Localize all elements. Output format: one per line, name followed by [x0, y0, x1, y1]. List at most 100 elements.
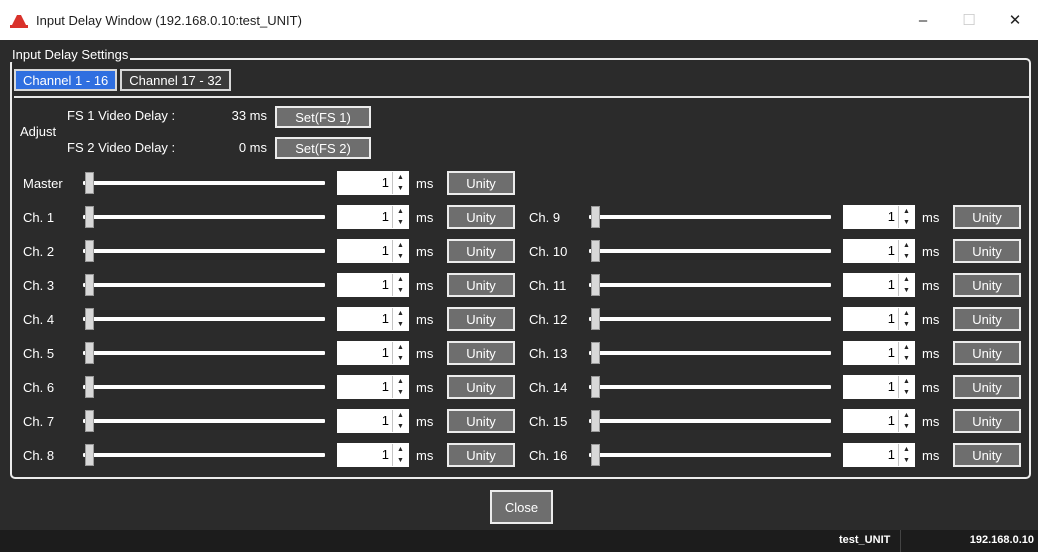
spin-up-icon[interactable]: ▲: [393, 308, 408, 319]
ch3-unity-button[interactable]: Unity: [447, 273, 515, 297]
spin-down-icon[interactable]: ▼: [899, 387, 914, 398]
slider-thumb[interactable]: [591, 240, 600, 262]
spin-down-icon[interactable]: ▼: [899, 319, 914, 330]
ch1-unity-button[interactable]: Unity: [447, 205, 515, 229]
spin-up-icon[interactable]: ▲: [899, 410, 914, 421]
spin-up-icon[interactable]: ▲: [393, 376, 408, 387]
slider-thumb[interactable]: [85, 308, 94, 330]
spin-down-icon[interactable]: ▼: [393, 183, 408, 194]
spin-down-icon[interactable]: ▼: [899, 353, 914, 364]
slider-thumb[interactable]: [591, 308, 600, 330]
spin-up-icon[interactable]: ▲: [899, 240, 914, 251]
slider-thumb[interactable]: [591, 206, 600, 228]
master-delay-input[interactable]: 1 ▲ ▼: [337, 171, 409, 195]
ch3-slider[interactable]: [83, 274, 325, 296]
ch6-slider[interactable]: [83, 376, 325, 398]
spin-down-icon[interactable]: ▼: [899, 217, 914, 228]
ch12-delay-input[interactable]: 1 ▲ ▼: [843, 307, 915, 331]
spin-down-icon[interactable]: ▼: [393, 251, 408, 262]
ch6-delay-input[interactable]: 1 ▲ ▼: [337, 375, 409, 399]
spin-up-icon[interactable]: ▲: [899, 342, 914, 353]
ch13-delay-input[interactable]: 1 ▲ ▼: [843, 341, 915, 365]
ch16-delay-input[interactable]: 1 ▲ ▼: [843, 443, 915, 467]
ch16-unity-button[interactable]: Unity: [953, 443, 1021, 467]
ch5-unity-button[interactable]: Unity: [447, 341, 515, 365]
ch2-slider[interactable]: [83, 240, 325, 262]
slider-thumb[interactable]: [85, 274, 94, 296]
maximize-button[interactable]: ☐: [946, 0, 992, 40]
slider-thumb[interactable]: [85, 342, 94, 364]
slider-thumb[interactable]: [591, 274, 600, 296]
spin-down-icon[interactable]: ▼: [899, 421, 914, 432]
ch7-unity-button[interactable]: Unity: [447, 409, 515, 433]
ch16-slider[interactable]: [589, 444, 831, 466]
spin-up-icon[interactable]: ▲: [899, 308, 914, 319]
ch7-slider[interactable]: [83, 410, 325, 432]
spin-up-icon[interactable]: ▲: [393, 274, 408, 285]
spin-down-icon[interactable]: ▼: [393, 217, 408, 228]
ch7-delay-input[interactable]: 1 ▲ ▼: [337, 409, 409, 433]
spin-up-icon[interactable]: ▲: [393, 342, 408, 353]
ch3-delay-input[interactable]: 1 ▲ ▼: [337, 273, 409, 297]
ch6-unity-button[interactable]: Unity: [447, 375, 515, 399]
ch13-slider[interactable]: [589, 342, 831, 364]
spin-down-icon[interactable]: ▼: [899, 285, 914, 296]
ch2-delay-input[interactable]: 1 ▲ ▼: [337, 239, 409, 263]
spin-up-icon[interactable]: ▲: [899, 376, 914, 387]
set-fs2-button[interactable]: Set(FS 2): [275, 137, 371, 159]
spin-up-icon[interactable]: ▲: [393, 172, 408, 183]
slider-thumb[interactable]: [591, 444, 600, 466]
spin-up-icon[interactable]: ▲: [393, 206, 408, 217]
spin-up-icon[interactable]: ▲: [899, 274, 914, 285]
set-fs1-button[interactable]: Set(FS 1): [275, 106, 371, 128]
spin-down-icon[interactable]: ▼: [393, 353, 408, 364]
spin-up-icon[interactable]: ▲: [393, 410, 408, 421]
ch2-unity-button[interactable]: Unity: [447, 239, 515, 263]
slider-thumb[interactable]: [591, 376, 600, 398]
minimize-button[interactable]: –: [900, 0, 946, 40]
close-button[interactable]: Close: [490, 490, 553, 524]
spin-down-icon[interactable]: ▼: [393, 387, 408, 398]
ch14-delay-input[interactable]: 1 ▲ ▼: [843, 375, 915, 399]
slider-thumb[interactable]: [591, 342, 600, 364]
spin-down-icon[interactable]: ▼: [899, 455, 914, 466]
slider-thumb[interactable]: [85, 206, 94, 228]
ch1-slider[interactable]: [83, 206, 325, 228]
close-window-button[interactable]: ✕: [992, 0, 1038, 40]
ch5-slider[interactable]: [83, 342, 325, 364]
spin-up-icon[interactable]: ▲: [393, 240, 408, 251]
spin-down-icon[interactable]: ▼: [393, 421, 408, 432]
ch14-slider[interactable]: [589, 376, 831, 398]
master-slider[interactable]: [83, 172, 325, 194]
slider-thumb[interactable]: [85, 376, 94, 398]
ch10-unity-button[interactable]: Unity: [953, 239, 1021, 263]
slider-thumb[interactable]: [85, 444, 94, 466]
tab-channel-17-32[interactable]: Channel 17 - 32: [120, 69, 231, 91]
ch5-delay-input[interactable]: 1 ▲ ▼: [337, 341, 409, 365]
ch11-unity-button[interactable]: Unity: [953, 273, 1021, 297]
spin-up-icon[interactable]: ▲: [393, 444, 408, 455]
spin-up-icon[interactable]: ▲: [899, 444, 914, 455]
ch15-slider[interactable]: [589, 410, 831, 432]
slider-thumb[interactable]: [85, 172, 94, 194]
ch15-delay-input[interactable]: 1 ▲ ▼: [843, 409, 915, 433]
tab-channel-1-16[interactable]: Channel 1 - 16: [14, 69, 118, 91]
ch8-unity-button[interactable]: Unity: [447, 443, 515, 467]
ch10-slider[interactable]: [589, 240, 831, 262]
ch9-slider[interactable]: [589, 206, 831, 228]
ch11-slider[interactable]: [589, 274, 831, 296]
spin-down-icon[interactable]: ▼: [393, 285, 408, 296]
ch9-unity-button[interactable]: Unity: [953, 205, 1021, 229]
spin-down-icon[interactable]: ▼: [393, 455, 408, 466]
ch4-delay-input[interactable]: 1 ▲ ▼: [337, 307, 409, 331]
slider-thumb[interactable]: [85, 410, 94, 432]
spin-down-icon[interactable]: ▼: [899, 251, 914, 262]
slider-thumb[interactable]: [85, 240, 94, 262]
ch14-unity-button[interactable]: Unity: [953, 375, 1021, 399]
ch8-slider[interactable]: [83, 444, 325, 466]
master-unity-button[interactable]: Unity: [447, 171, 515, 195]
ch12-unity-button[interactable]: Unity: [953, 307, 1021, 331]
ch10-delay-input[interactable]: 1 ▲ ▼: [843, 239, 915, 263]
ch9-delay-input[interactable]: 1 ▲ ▼: [843, 205, 915, 229]
ch8-delay-input[interactable]: 1 ▲ ▼: [337, 443, 409, 467]
